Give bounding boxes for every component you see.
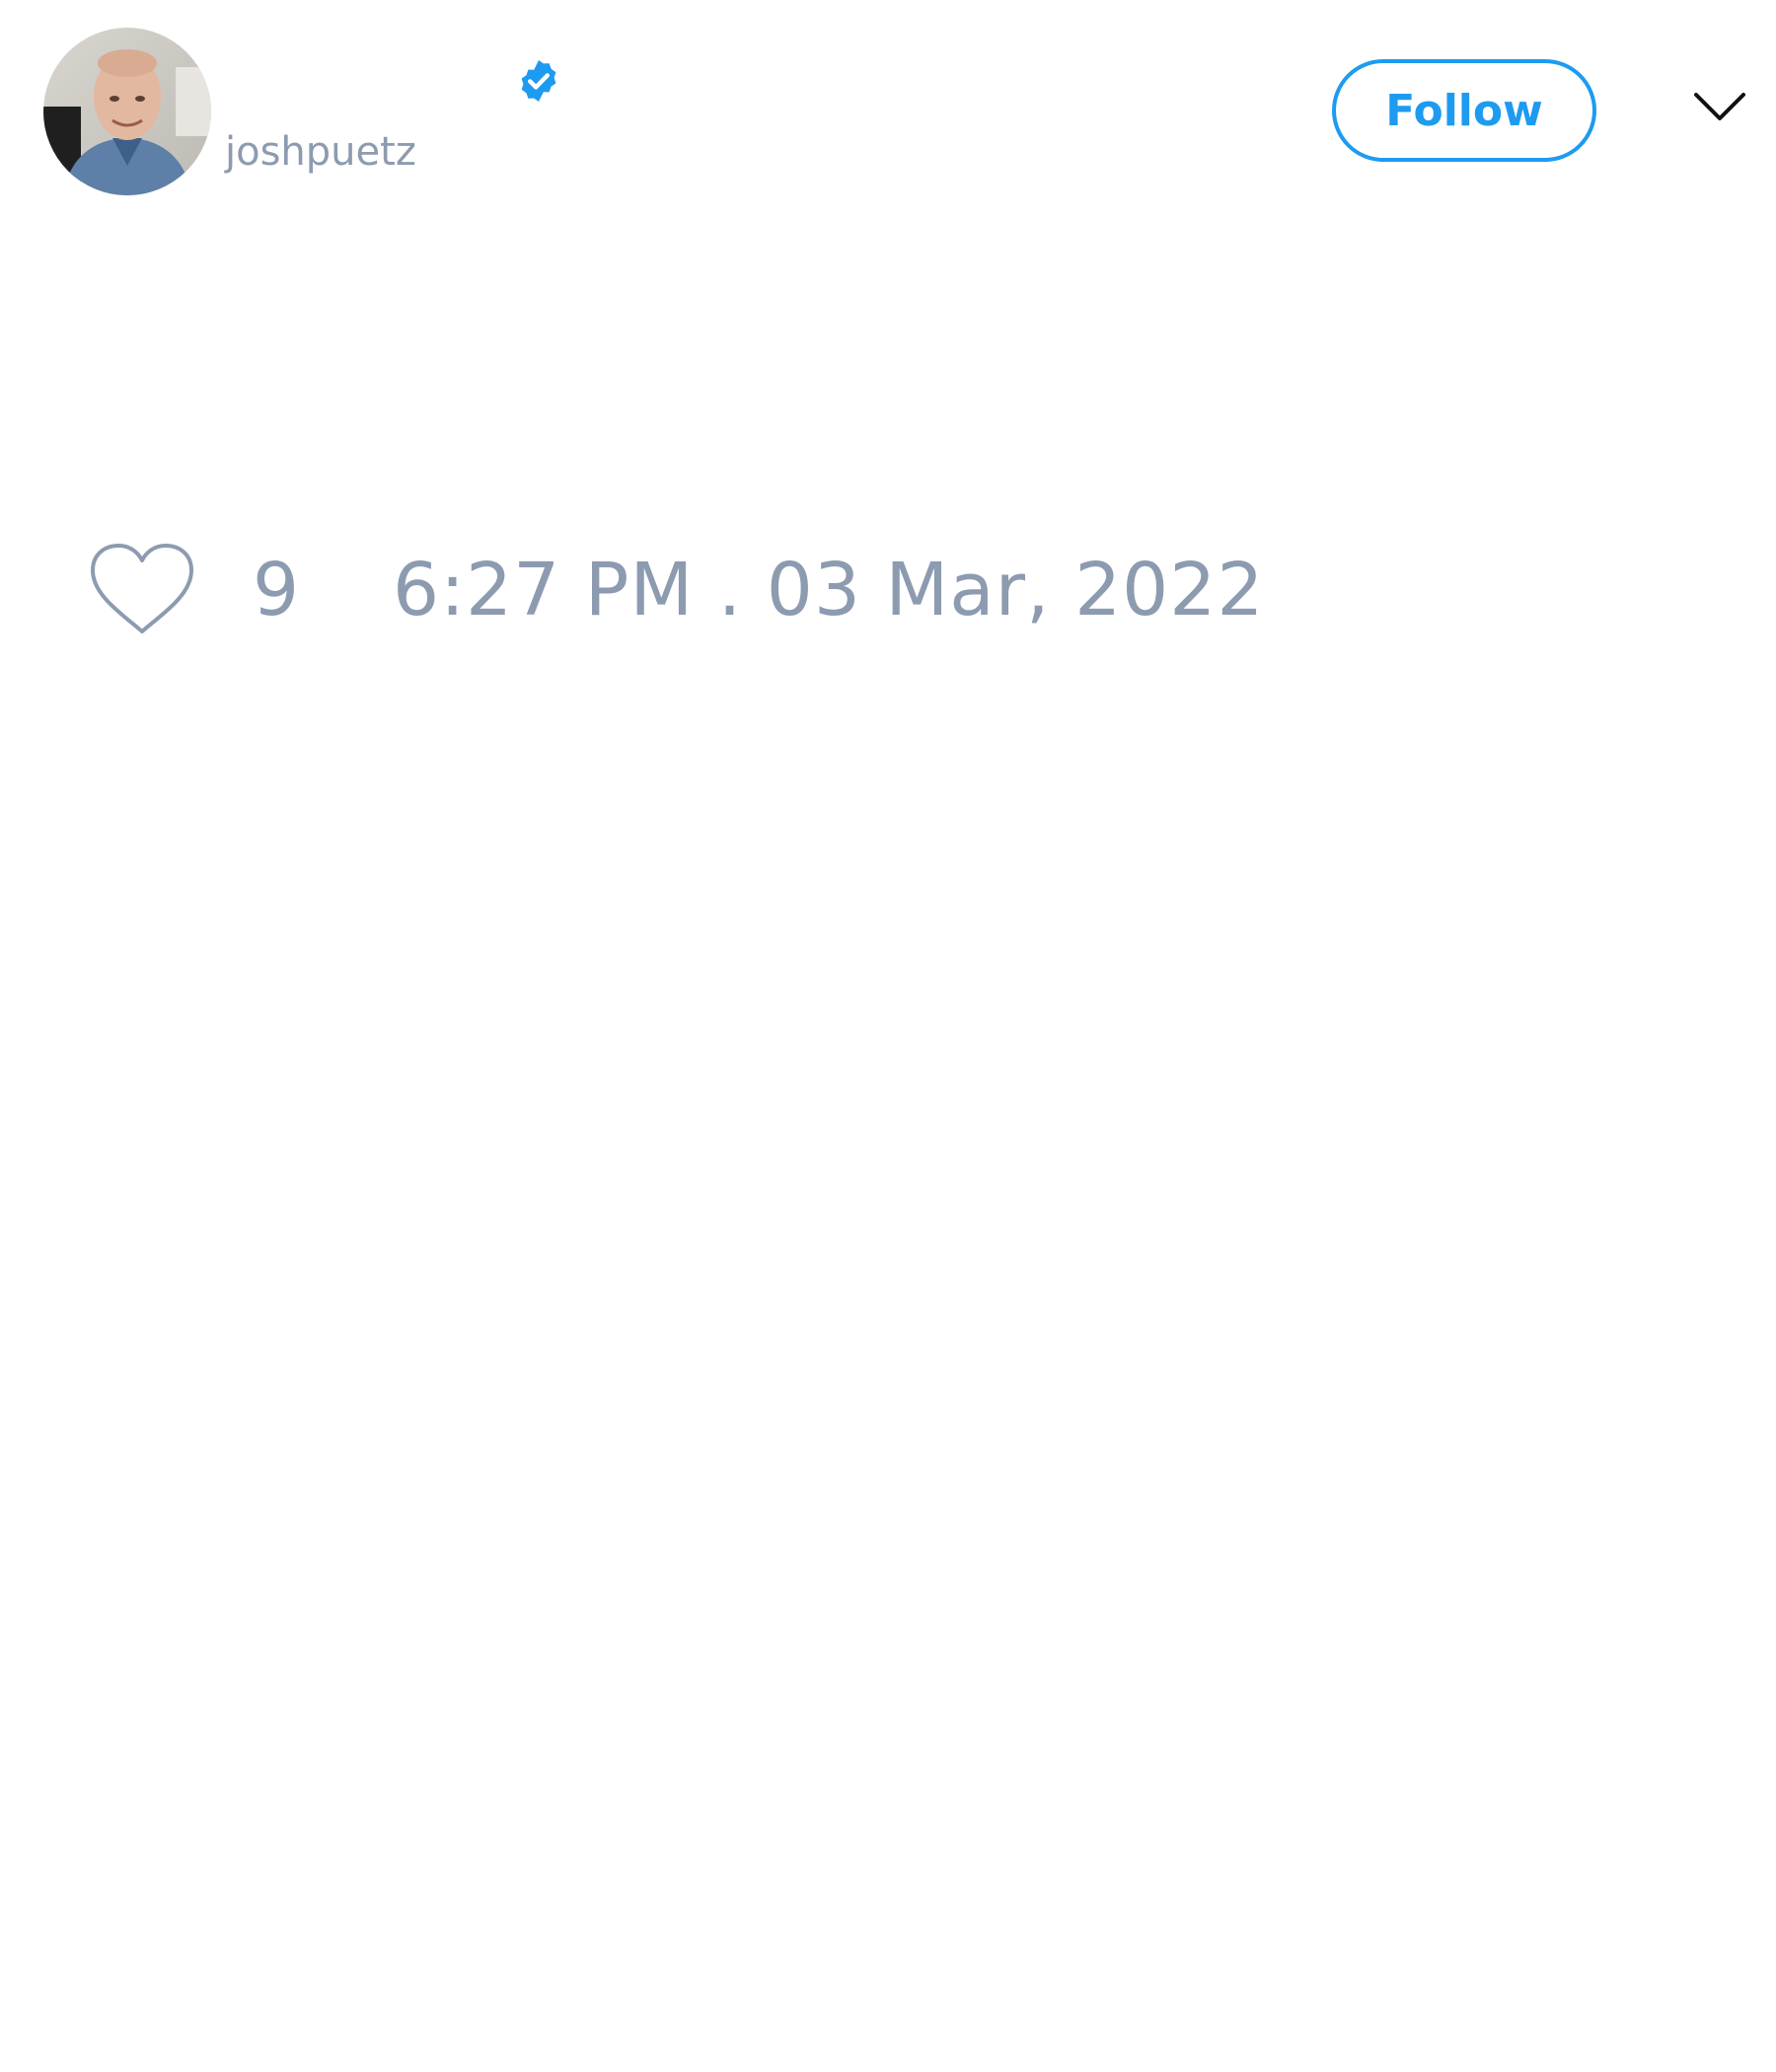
chevron-down-icon[interactable] bbox=[1693, 91, 1746, 124]
heart-icon[interactable] bbox=[89, 543, 195, 637]
like-count: 9 bbox=[253, 548, 300, 632]
author-handle[interactable]: joshpuetz bbox=[225, 124, 416, 180]
display-name-row bbox=[223, 53, 578, 112]
avatar[interactable] bbox=[43, 28, 211, 195]
avatar-photo bbox=[43, 28, 211, 195]
tweet-timestamp[interactable]: 6:27 PM . 03 Mar, 2022 bbox=[393, 541, 1264, 639]
verified-badge-icon bbox=[515, 57, 562, 105]
tweet-stats: 9 6:27 PM . 03 Mar, 2022 bbox=[89, 541, 1371, 639]
tweet-card: joshpuetz Follow 9 6:27 PM . 03 Mar, 202… bbox=[0, 0, 1776, 2072]
follow-button[interactable]: Follow bbox=[1332, 59, 1596, 162]
